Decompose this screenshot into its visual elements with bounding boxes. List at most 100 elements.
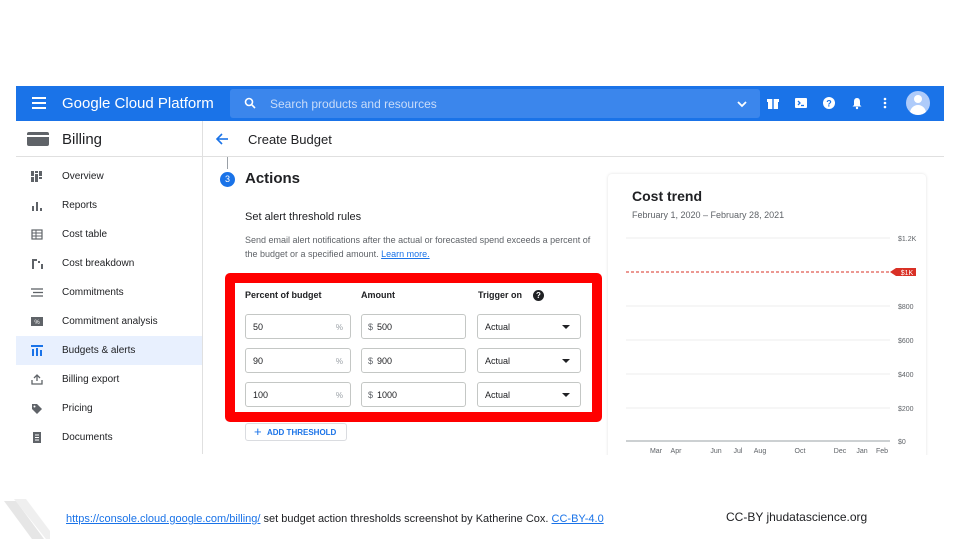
amount-value: 1000 — [377, 390, 398, 400]
sidebar-item-overview[interactable]: Overview — [16, 162, 202, 191]
percent-value: 100 — [253, 390, 269, 400]
column-header-amount: Amount — [361, 290, 395, 300]
sidebar-item-pricing[interactable]: Pricing — [16, 394, 202, 423]
more-vert-icon[interactable] — [878, 96, 892, 110]
percent-value: 50 — [253, 322, 264, 332]
trigger-value: Actual — [485, 390, 511, 400]
commitment-analysis-icon: % — [31, 317, 43, 326]
percent-suffix: % — [335, 391, 343, 400]
learn-more-link[interactable]: Learn more. — [381, 249, 430, 259]
y-tick-label: $1.2K — [898, 236, 917, 243]
sidebar-item-label: Budgets & alerts — [62, 345, 136, 356]
x-tick-label: Jul — [734, 448, 743, 455]
currency-prefix: $ — [368, 322, 374, 332]
x-tick-label: Apr — [671, 448, 683, 455]
sidebar-item-documents[interactable]: Documents — [16, 423, 202, 452]
x-tick-label: Aug — [754, 448, 767, 455]
chart-subtitle: February 1, 2020 – February 28, 2021 — [632, 210, 785, 220]
source-link[interactable]: https://console.cloud.google.com/billing… — [66, 513, 260, 525]
billing-card-icon — [27, 132, 49, 146]
page-header: Create Budget — [203, 121, 944, 157]
trigger-select[interactable]: Actual — [477, 314, 581, 339]
slide-footer-area — [0, 455, 960, 540]
sidebar-item-label: Commitment analysis — [62, 316, 158, 327]
amount-input[interactable]: $ 900 — [361, 348, 466, 373]
back-arrow-icon[interactable] — [215, 132, 229, 146]
rules-description: Send email alert notifications after the… — [245, 233, 615, 261]
sidebar-item-cost-breakdown[interactable]: Cost breakdown — [16, 249, 202, 278]
slide-caption: https://console.cloud.google.com/billing… — [66, 513, 604, 525]
description-line1: Send email alert notifications after the… — [245, 235, 591, 245]
documents-icon — [33, 432, 41, 443]
sidebar-item-label: Cost breakdown — [62, 258, 135, 269]
x-tick-label: Jan — [856, 448, 867, 455]
description-line2: the budget or a specified amount. — [245, 249, 379, 259]
trigger-select[interactable]: Actual — [477, 382, 581, 407]
pricing-tag-icon — [32, 404, 42, 414]
column-header-trigger: Trigger on — [478, 290, 523, 300]
sidebar-item-commitments[interactable]: Commitments — [16, 278, 202, 307]
x-tick-label: Mar — [650, 448, 663, 455]
amount-input[interactable]: $ 500 — [361, 314, 466, 339]
notifications-bell-icon[interactable] — [850, 96, 864, 110]
sidebar-title: Billing — [62, 131, 103, 148]
y-tick-label: $400 — [898, 372, 914, 379]
sidebar-item-budgets-alerts[interactable]: Budgets & alerts — [16, 336, 202, 365]
svg-text:?: ? — [826, 99, 832, 109]
currency-prefix: $ — [368, 356, 374, 366]
x-tick-label: Dec — [834, 448, 847, 455]
commitments-icon — [31, 288, 43, 297]
x-tick-label: Feb — [876, 448, 888, 455]
sidebar-item-commitment-analysis[interactable]: % Commitment analysis — [16, 307, 202, 336]
sidebar-item-label: Overview — [62, 171, 104, 182]
license-link[interactable]: CC-BY-4.0 — [552, 513, 604, 525]
y-tick-label: $0 — [898, 439, 906, 446]
percent-input[interactable]: 100 % — [245, 382, 351, 407]
overview-icon — [31, 171, 42, 182]
sidebar-item-label: Commitments — [62, 287, 124, 298]
svg-text:%: % — [34, 320, 40, 326]
search-bar[interactable]: Search products and resources — [230, 89, 760, 118]
account-avatar[interactable] — [906, 91, 930, 115]
help-circle-icon[interactable]: ? — [533, 290, 544, 301]
gift-icon[interactable] — [766, 96, 780, 110]
trigger-value: Actual — [485, 356, 511, 366]
dropdown-arrow-icon — [562, 393, 570, 397]
trigger-select[interactable]: Actual — [477, 348, 581, 373]
currency-prefix: $ — [368, 390, 374, 400]
column-header-percent: Percent of budget — [245, 290, 322, 300]
add-threshold-button[interactable]: + ADD THRESHOLD — [245, 423, 347, 441]
sidebar-item-billing-export[interactable]: Billing export — [16, 365, 202, 394]
corner-logo-icon — [4, 499, 50, 539]
dropdown-arrow-icon — [562, 359, 570, 363]
amount-input[interactable]: $ 1000 — [361, 382, 466, 407]
chevron-down-icon[interactable] — [736, 98, 748, 110]
search-icon — [244, 97, 256, 109]
cloud-shell-icon[interactable] — [794, 96, 808, 110]
plus-icon: + — [254, 424, 262, 439]
dropdown-arrow-icon — [562, 325, 570, 329]
stepper-line — [227, 157, 228, 169]
sidebar-item-label: Pricing — [62, 403, 93, 414]
sidebar-item-cost-table[interactable]: Cost table — [16, 220, 202, 249]
percent-suffix: % — [335, 323, 343, 332]
sidebar-header: Billing — [16, 121, 202, 157]
hamburger-menu-icon[interactable] — [32, 97, 46, 109]
section-title: Actions — [245, 170, 301, 187]
caption-text: set budget action thresholds screenshot … — [260, 513, 552, 525]
help-icon[interactable]: ? — [822, 96, 836, 110]
percent-input[interactable]: 90 % — [245, 348, 351, 373]
sidebar-item-label: Billing export — [62, 374, 120, 385]
app-name[interactable]: Google Cloud Platform — [62, 95, 214, 112]
sidebar-divider — [202, 121, 203, 454]
chart-title: Cost trend — [632, 188, 702, 204]
percent-suffix: % — [335, 357, 343, 366]
x-tick-label: Oct — [795, 448, 806, 455]
sidebar-item-reports[interactable]: Reports — [16, 191, 202, 220]
trigger-value: Actual — [485, 322, 511, 332]
add-threshold-label: ADD THRESHOLD — [267, 428, 337, 437]
percent-input[interactable]: 50 % — [245, 314, 351, 339]
export-icon — [31, 374, 43, 385]
budgets-icon — [31, 345, 43, 356]
sidebar-item-label: Documents — [62, 432, 113, 443]
